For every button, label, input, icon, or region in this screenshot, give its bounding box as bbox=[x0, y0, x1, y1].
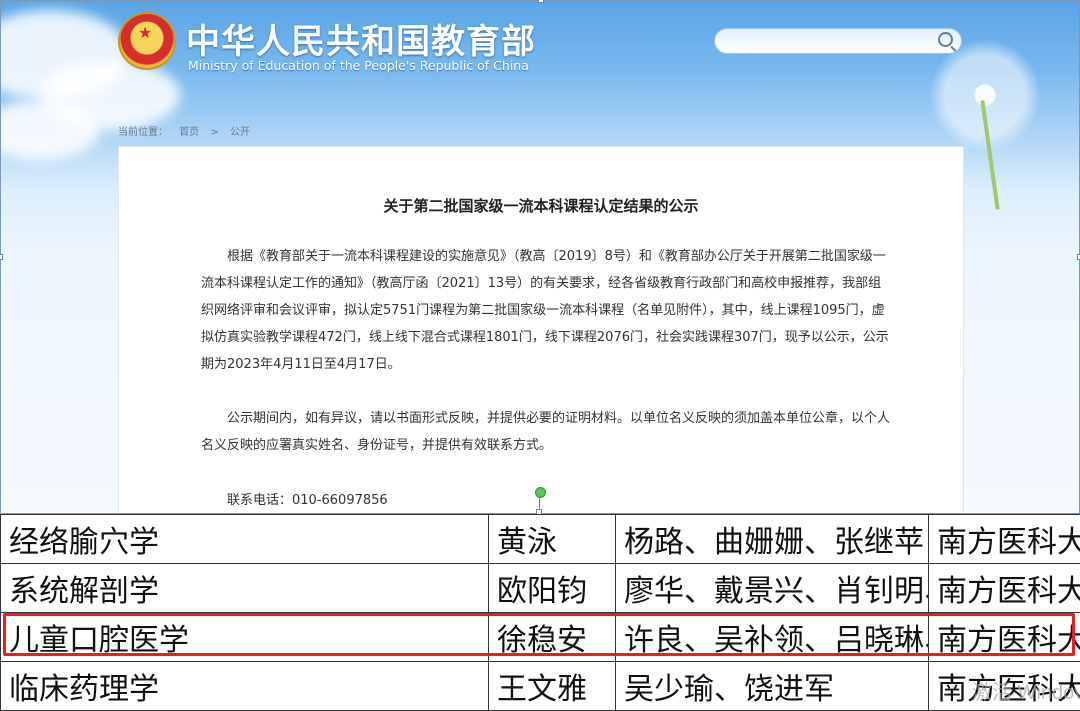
table-row: 临床药理学 王文雅 吴少瑜、饶进军 南方医科大学 bbox=[1, 662, 1080, 711]
resize-handle[interactable] bbox=[538, 0, 544, 3]
members-cell: 杨路、曲姗姗、张继苹 bbox=[616, 515, 929, 564]
search-input[interactable] bbox=[714, 28, 962, 54]
course-table-image: 经络腧穴学 黄泳 杨路、曲姗姗、张继苹 南方医科大学 系统解剖学 欧阳钧 廖华、… bbox=[0, 514, 1080, 707]
rotation-handle[interactable] bbox=[535, 487, 546, 498]
resize-handle[interactable] bbox=[0, 254, 3, 260]
windows-activation-watermark: 激活 Windov bbox=[972, 676, 1080, 705]
breadcrumb-public-link[interactable]: 公开 bbox=[230, 127, 250, 138]
members-cell: 吴少瑜、饶进军 bbox=[616, 662, 929, 711]
site-title: 中华人民共和国教育部 bbox=[186, 14, 536, 63]
leader-cell: 王文雅 bbox=[489, 662, 616, 711]
dandelion-decoration bbox=[930, 40, 1040, 150]
breadcrumb: 当前位置： 首页 > 公开 bbox=[118, 123, 258, 138]
course-name-cell: 系统解剖学 bbox=[1, 564, 489, 613]
notice-paragraph-2: 公示期间内，如有异议，请以书面形式反映，并提供必要的证明材料。以单位名义反映的须… bbox=[201, 405, 891, 459]
national-emblem-icon bbox=[118, 12, 176, 70]
site-header: 中华人民共和国教育部 Ministry of Education of the … bbox=[0, 0, 1080, 120]
leader-cell: 欧阳钧 bbox=[489, 564, 616, 613]
row-highlight-box bbox=[3, 613, 1075, 656]
site-subtitle: Ministry of Education of the People's Re… bbox=[188, 58, 529, 73]
page-title: 关于第二批国家级一流本科课程认定结果的公示 bbox=[119, 195, 963, 216]
members-cell: 廖华、戴景兴、肖钊明、钟世镇 bbox=[616, 564, 929, 613]
breadcrumb-home-link[interactable]: 首页 bbox=[179, 127, 199, 138]
contact-phone: 联系电话：010-66097856 bbox=[227, 489, 388, 508]
notice-content: 关于第二批国家级一流本科课程认定结果的公示 根据《教育部关于一流本科课程建设的实… bbox=[118, 146, 964, 514]
table-row: 经络腧穴学 黄泳 杨路、曲姗姗、张继苹 南方医科大学 bbox=[1, 515, 1080, 564]
notice-paragraph-1: 根据《教育部关于一流本科课程建设的实施意见》（教高〔2019〕8号）和《教育部办… bbox=[201, 243, 891, 378]
breadcrumb-label: 当前位置： bbox=[118, 127, 168, 138]
website-screenshot: 中华人民共和国教育部 Ministry of Education of the … bbox=[0, 0, 1080, 514]
course-name-cell: 经络腧穴学 bbox=[1, 515, 489, 564]
leader-cell: 黄泳 bbox=[489, 515, 616, 564]
university-cell: 南方医科大学 bbox=[929, 564, 1080, 613]
course-name-cell: 临床药理学 bbox=[1, 662, 489, 711]
breadcrumb-separator: > bbox=[210, 127, 218, 138]
table-row: 系统解剖学 欧阳钧 廖华、戴景兴、肖钊明、钟世镇 南方医科大学 bbox=[1, 564, 1080, 613]
university-cell: 南方医科大学 bbox=[929, 515, 1080, 564]
